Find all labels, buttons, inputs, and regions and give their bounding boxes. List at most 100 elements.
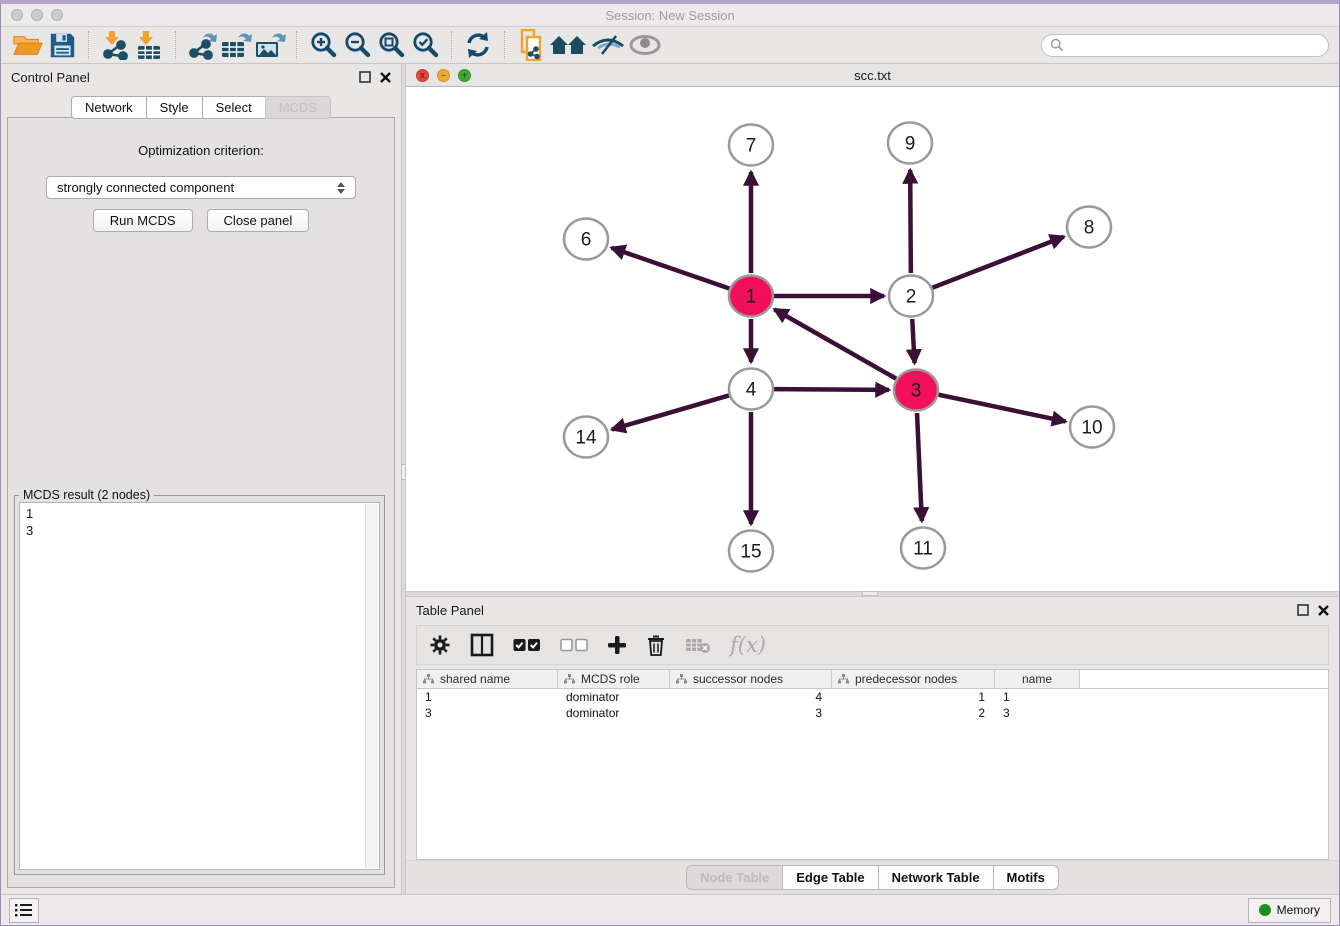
- column-type-icon: [423, 674, 434, 684]
- column-header-name[interactable]: name: [995, 670, 1080, 688]
- deselect-all-icon[interactable]: [560, 638, 588, 652]
- tab-network[interactable]: Network: [71, 96, 147, 119]
- graph-edge[interactable]: [939, 395, 1066, 422]
- graph-edge[interactable]: [612, 248, 730, 289]
- close-network-icon[interactable]: x: [416, 69, 429, 82]
- save-session-icon[interactable]: [45, 30, 79, 60]
- graph-edge[interactable]: [910, 170, 911, 273]
- gear-icon[interactable]: [429, 634, 451, 656]
- graph-edge[interactable]: [912, 319, 914, 363]
- import-table-icon[interactable]: [132, 30, 166, 60]
- open-session-icon[interactable]: [11, 30, 45, 60]
- column-header-predecessor-nodes[interactable]: predecessor nodes: [832, 670, 995, 688]
- function-builder-icon[interactable]: f(x): [730, 633, 766, 657]
- mcds-result-area[interactable]: 1 3: [19, 502, 380, 870]
- column-header-shared-name[interactable]: shared name: [417, 670, 558, 688]
- network-canvas[interactable]: 7968124314101511: [406, 87, 1339, 591]
- table-row[interactable]: 1 dominator 4 1 1: [417, 689, 1328, 705]
- select-all-icon[interactable]: [513, 638, 541, 652]
- tab-edge-table[interactable]: Edge Table: [782, 865, 878, 890]
- graph-node-label: 14: [575, 428, 597, 449]
- task-history-button[interactable]: [9, 898, 39, 923]
- cell-shared-name[interactable]: 3: [417, 705, 558, 721]
- delete-icon[interactable]: [646, 634, 666, 656]
- graph-edge[interactable]: [774, 389, 889, 390]
- graph-node-label: 4: [746, 380, 757, 401]
- export-table-icon[interactable]: [219, 30, 253, 60]
- tab-select[interactable]: Select: [202, 96, 266, 119]
- graph-edge[interactable]: [932, 237, 1063, 288]
- control-panel: Control Panel Network Style Select MCDS …: [1, 64, 401, 894]
- export-network-icon[interactable]: [185, 30, 219, 60]
- cell-name[interactable]: 1: [995, 689, 1080, 705]
- memory-status-icon: [1259, 904, 1271, 916]
- columns-icon[interactable]: [470, 633, 494, 657]
- splitter-grip[interactable]: [862, 591, 878, 596]
- hide-panel-eye-icon[interactable]: [588, 30, 628, 60]
- minimize-network-icon[interactable]: –: [437, 69, 450, 82]
- network-window: x – + scc.txt 79681243141015: [406, 64, 1339, 591]
- tab-motifs[interactable]: Motifs: [993, 865, 1059, 890]
- cell-predecessor-nodes[interactable]: 2: [832, 705, 995, 721]
- result-scrollbar[interactable]: [365, 504, 378, 868]
- table-header-row: shared name MCDS role successor nodes: [417, 670, 1328, 689]
- chevron-up-down-icon: [337, 182, 345, 194]
- run-mcds-button[interactable]: Run MCDS: [93, 209, 193, 232]
- column-header-successor-nodes[interactable]: successor nodes: [670, 670, 832, 688]
- cell-mcds-role[interactable]: dominator: [558, 689, 670, 705]
- import-network-icon[interactable]: [98, 30, 132, 60]
- table-row[interactable]: 3 dominator 3 2 3: [417, 705, 1328, 721]
- close-panel-icon[interactable]: [380, 72, 391, 83]
- graph-edge[interactable]: [774, 309, 896, 378]
- search-icon: [1050, 38, 1064, 52]
- control-panel-tabs: Network Style Select MCDS: [1, 96, 401, 119]
- horizontal-splitter[interactable]: [406, 591, 1339, 597]
- graph-node-label: 10: [1081, 418, 1102, 439]
- optimization-criterion-select[interactable]: strongly connected component: [46, 176, 356, 199]
- graph-node-label: 9: [905, 134, 916, 155]
- toolbar-separator: [451, 31, 452, 59]
- show-eye-icon[interactable]: [628, 30, 662, 60]
- memory-button[interactable]: Memory: [1248, 898, 1331, 923]
- cell-name[interactable]: 3: [995, 705, 1080, 721]
- tab-network-table[interactable]: Network Table: [878, 865, 994, 890]
- cell-mcds-role[interactable]: dominator: [558, 705, 670, 721]
- table-tabs-bar: Node Table Edge Table Network Table Moti…: [406, 860, 1339, 894]
- float-panel-icon[interactable]: [1297, 604, 1309, 616]
- add-icon[interactable]: [607, 635, 627, 655]
- graph-edge[interactable]: [917, 413, 922, 521]
- home-icon[interactable]: [548, 30, 588, 60]
- refresh-layout-icon[interactable]: [461, 30, 495, 60]
- cell-predecessor-nodes[interactable]: 1: [832, 689, 995, 705]
- close-panel-button[interactable]: Close panel: [207, 209, 310, 232]
- graph-node-label: 6: [581, 230, 592, 251]
- close-panel-icon[interactable]: [1318, 605, 1329, 616]
- tab-style[interactable]: Style: [146, 96, 203, 119]
- clone-network-icon[interactable]: [514, 30, 548, 60]
- window-titlebar: Session: New Session: [1, 4, 1339, 27]
- tab-node-table[interactable]: Node Table: [686, 865, 783, 890]
- search-input[interactable]: [1069, 38, 1320, 52]
- float-panel-icon[interactable]: [359, 71, 371, 83]
- column-header-mcds-role[interactable]: MCDS role: [558, 670, 670, 688]
- toolbar-separator: [504, 31, 505, 59]
- cell-shared-name[interactable]: 1: [417, 689, 558, 705]
- zoom-out-icon[interactable]: [340, 30, 374, 60]
- toolbar-separator: [175, 31, 176, 59]
- tab-mcds[interactable]: MCDS: [265, 96, 331, 119]
- zoom-selected-icon[interactable]: [408, 30, 442, 60]
- dropdown-value: strongly connected component: [57, 180, 234, 195]
- graph-node-label: 7: [746, 136, 757, 157]
- cell-successor-nodes[interactable]: 4: [670, 689, 832, 705]
- graph-node-label: 2: [906, 287, 917, 308]
- main-toolbar: [1, 27, 1339, 64]
- delete-table-icon[interactable]: [685, 636, 711, 654]
- zoom-fit-icon[interactable]: [374, 30, 408, 60]
- search-box[interactable]: [1041, 34, 1329, 57]
- zoom-in-icon[interactable]: [306, 30, 340, 60]
- network-window-title: scc.txt: [406, 68, 1339, 83]
- export-image-icon[interactable]: [253, 30, 287, 60]
- cell-successor-nodes[interactable]: 3: [670, 705, 832, 721]
- maximize-network-icon[interactable]: +: [458, 69, 471, 82]
- graph-edge[interactable]: [612, 395, 729, 429]
